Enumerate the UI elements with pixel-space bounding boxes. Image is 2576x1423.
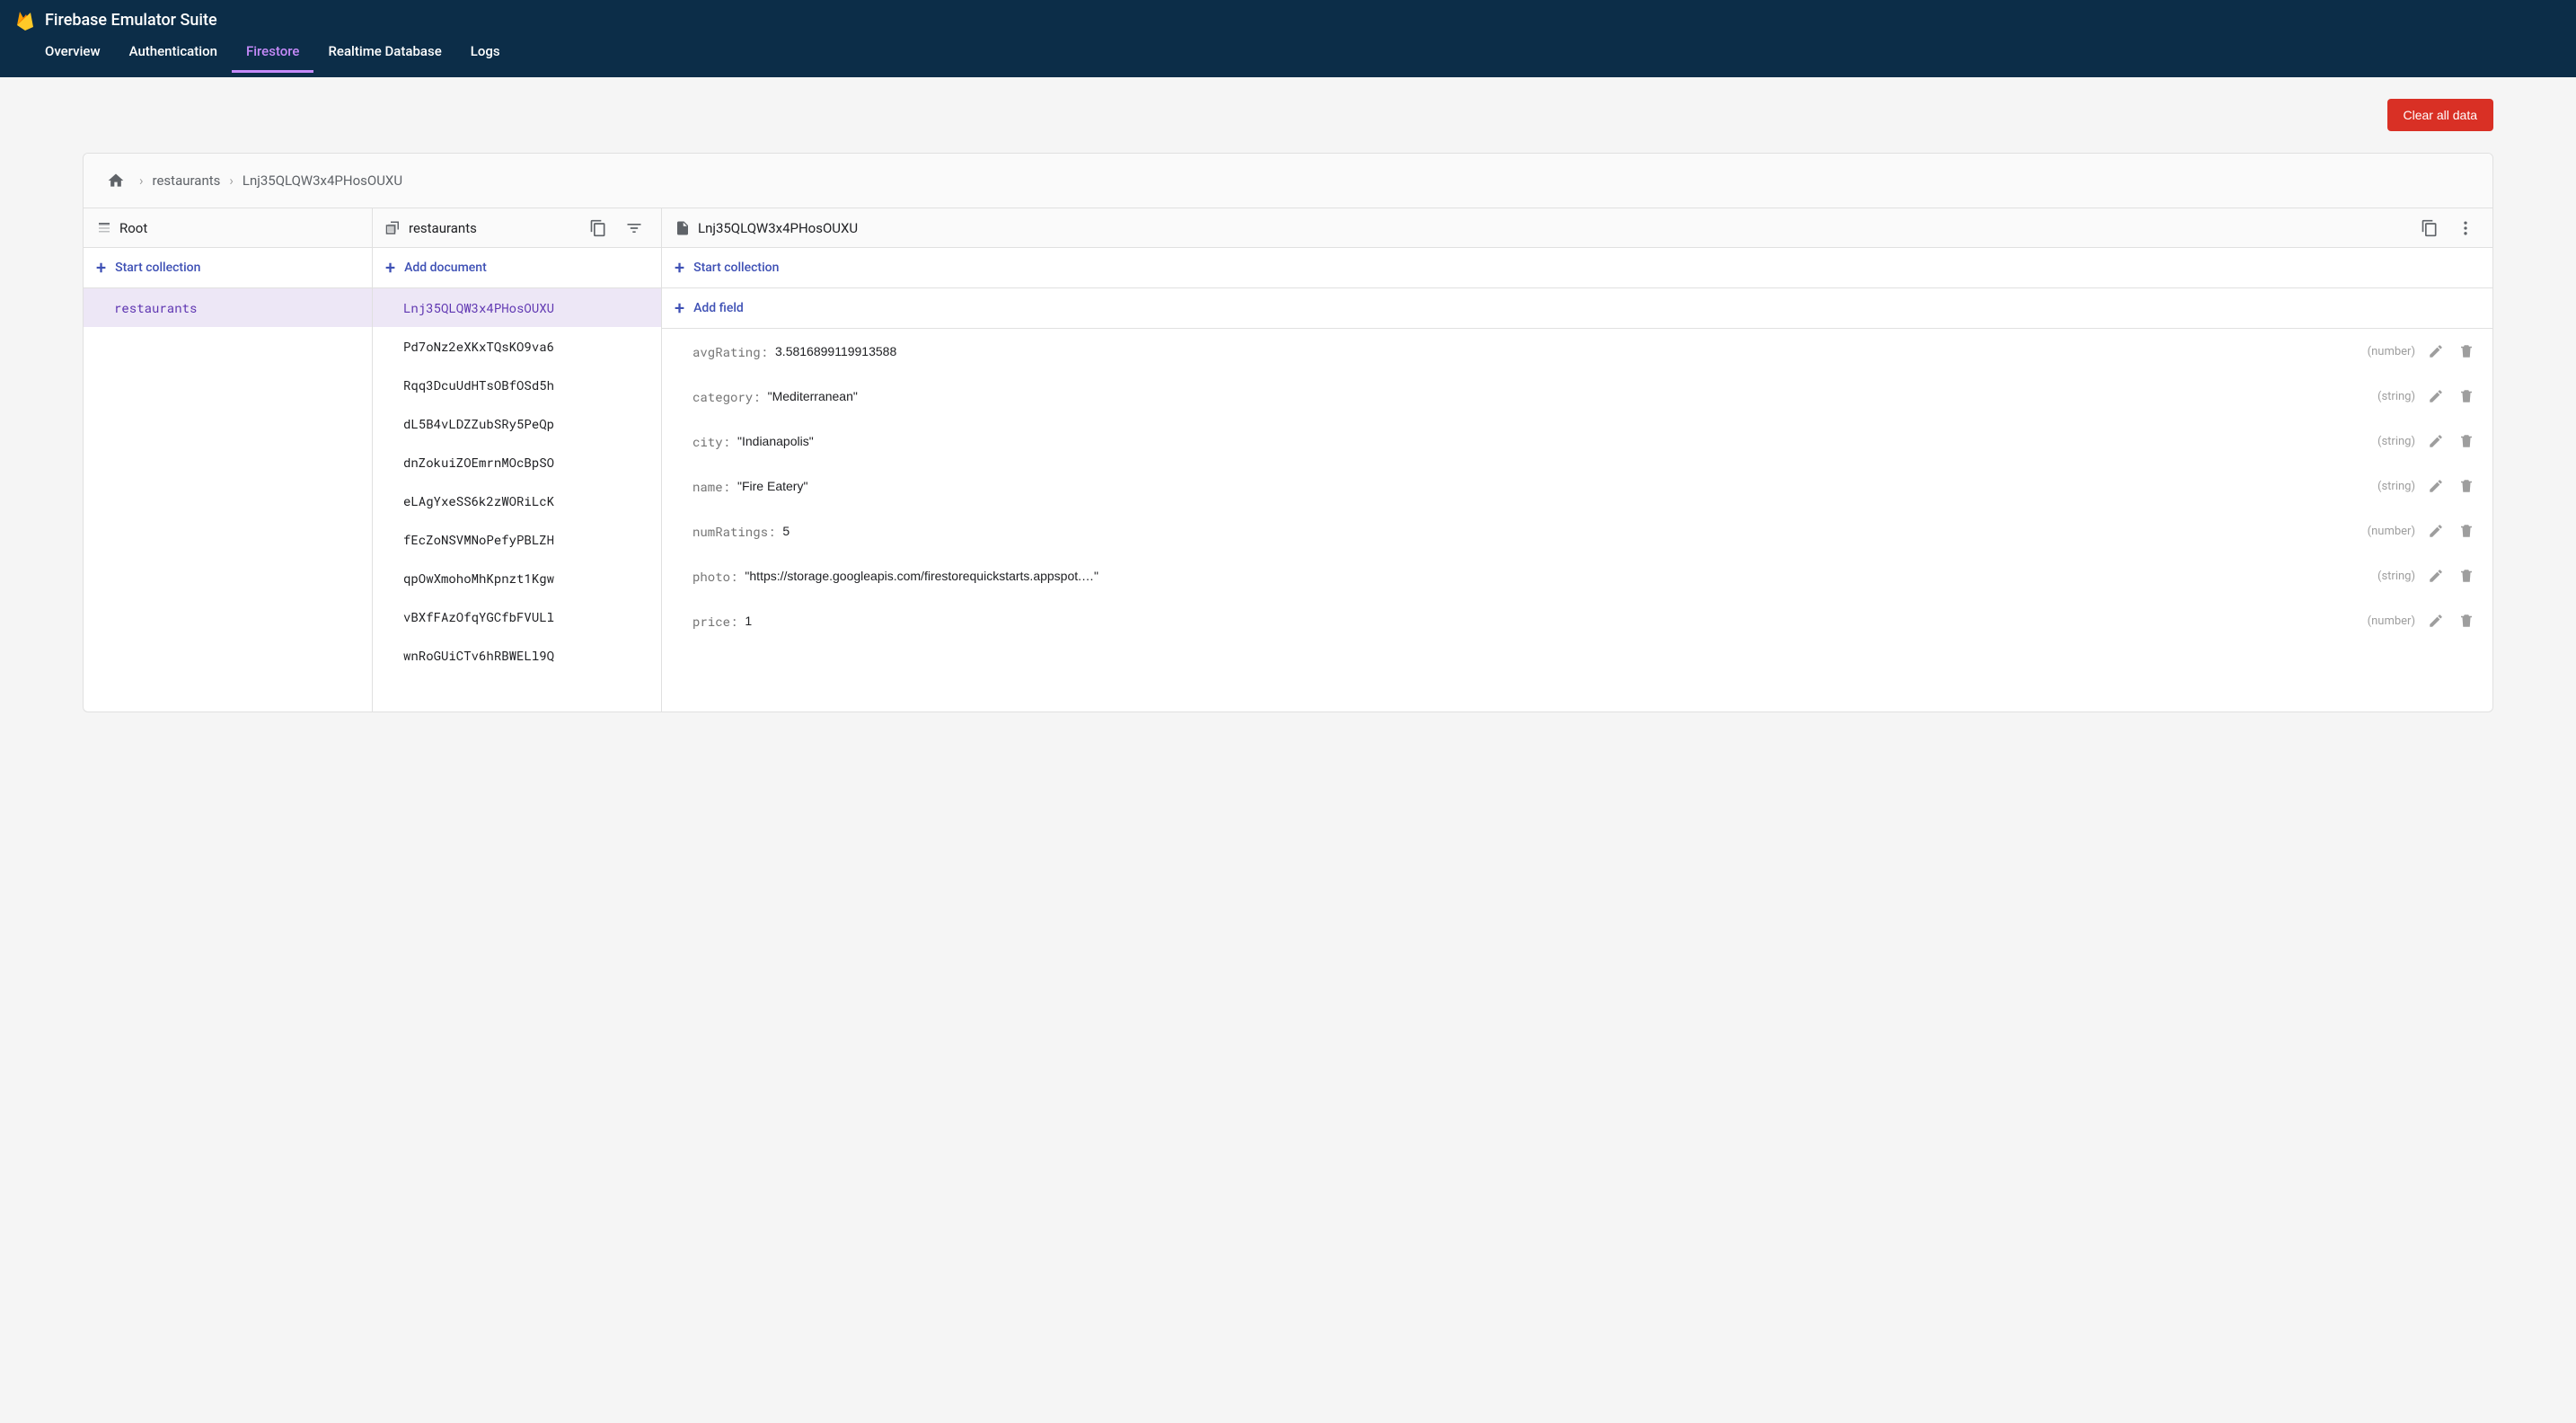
delete-icon[interactable] [2453, 607, 2480, 634]
tab-overview[interactable]: Overview [31, 31, 115, 73]
delete-icon[interactable] [2453, 338, 2480, 365]
delete-icon[interactable] [2453, 562, 2480, 589]
list-item[interactable]: fEcZoNSVMNoPefyPBLZH [373, 520, 661, 559]
edit-icon[interactable] [2422, 607, 2449, 634]
field-value: "Indianapolis" [737, 434, 2370, 448]
edit-icon[interactable] [2422, 428, 2449, 455]
plus-icon: + [385, 259, 395, 277]
chevron-right-icon: › [229, 172, 234, 189]
document-icon [675, 220, 691, 236]
add-document-button[interactable]: + Add document [373, 248, 661, 288]
nav-tabs: OverviewAuthenticationFirestoreRealtime … [0, 31, 2576, 73]
collection-list: Lnj35QLQW3x4PHosOUXUPd7oNz2eXKxTQsKO9va6… [373, 288, 661, 712]
field-row: category: "Mediterranean" (string) [662, 374, 2492, 419]
list-item[interactable]: qpOwXmohoMhKpnzt1Kgw [373, 559, 661, 597]
tab-realtime-database[interactable]: Realtime Database [313, 31, 455, 73]
start-collection-button[interactable]: + Start collection [662, 248, 2492, 288]
delete-icon[interactable] [2453, 428, 2480, 455]
field-value: 1 [745, 614, 2360, 628]
document-column-title: Lnj35QLQW3x4PHosOUXU [698, 220, 858, 236]
collection-icon [385, 220, 401, 236]
field-type: (string) [2378, 435, 2415, 448]
copy-icon[interactable] [2415, 214, 2444, 243]
field-value: 5 [782, 524, 2360, 538]
root-list: restaurants [84, 288, 372, 712]
firebase-logo-icon [14, 9, 36, 31]
start-collection-button[interactable]: + Start collection [84, 248, 372, 288]
delete-icon[interactable] [2453, 473, 2480, 499]
field-key: city: [693, 433, 730, 450]
field-value: 3.5816899119913588 [775, 344, 2360, 358]
delete-icon[interactable] [2453, 383, 2480, 410]
list-item[interactable]: Pd7oNz2eXKxTQsKO9va6 [373, 327, 661, 366]
list-item[interactable]: vBXfFAzOfqYGCfbFVULl [373, 597, 661, 636]
actions-bar: Clear all data [0, 77, 2576, 131]
field-type: (string) [2378, 480, 2415, 493]
chevron-right-icon: › [139, 172, 144, 189]
field-row: city: "Indianapolis" (string) [662, 419, 2492, 464]
list-item[interactable]: eLAgYxeSS6k2zWORiLcK [373, 482, 661, 520]
field-type: (string) [2378, 570, 2415, 583]
root-column-title: Root [119, 220, 147, 236]
field-key: category: [693, 388, 761, 405]
field-key: name: [693, 478, 730, 495]
filter-icon[interactable] [620, 214, 648, 243]
list-item[interactable]: Rqq3DcuUdHTsOBfOSd5h [373, 366, 661, 404]
field-row: photo: "https://storage.googleapis.com/fi… [662, 553, 2492, 598]
copy-icon[interactable] [584, 214, 613, 243]
collection-column: restaurants + Add document Lnj35QLQW3x4P… [373, 208, 662, 712]
field-value: "Fire Eatery" [737, 479, 2370, 493]
edit-icon[interactable] [2422, 383, 2449, 410]
list-item[interactable]: Lnj35QLQW3x4PHosOUXU [373, 288, 661, 327]
edit-icon[interactable] [2422, 562, 2449, 589]
field-type: (number) [2368, 525, 2415, 538]
document-column: Lnj35QLQW3x4PHosOUXU + Start collection … [662, 208, 2492, 712]
plus-icon: + [96, 259, 106, 277]
field-key: price: [693, 613, 737, 630]
breadcrumb: › restaurants › Lnj35QLQW3x4PHosOUXU [84, 154, 2492, 208]
list-item[interactable]: wnRoGUiCTv6hRBWELl9Q [373, 636, 661, 675]
tab-logs[interactable]: Logs [456, 31, 515, 73]
field-type: (number) [2368, 345, 2415, 358]
columns: Root + Start collection restaurants rest… [84, 208, 2492, 712]
tab-firestore[interactable]: Firestore [232, 31, 314, 73]
list-item[interactable]: dnZokuiZOEmrnMOcBpSO [373, 443, 661, 482]
delete-icon[interactable] [2453, 517, 2480, 544]
plus-icon: + [675, 299, 684, 317]
more-vert-icon[interactable] [2451, 214, 2480, 243]
app-header: Firebase Emulator Suite OverviewAuthenti… [0, 0, 2576, 77]
field-value: "Mediterranean" [768, 389, 2370, 403]
edit-icon[interactable] [2422, 338, 2449, 365]
list-item[interactable]: restaurants [84, 288, 372, 327]
breadcrumb-segment[interactable]: Lnj35QLQW3x4PHosOUXU [243, 172, 402, 189]
app-title: Firebase Emulator Suite [45, 11, 217, 30]
field-row: name: "Fire Eatery" (string) [662, 464, 2492, 508]
home-icon[interactable] [101, 166, 130, 195]
clear-all-data-button[interactable]: Clear all data [2387, 99, 2494, 131]
database-icon [96, 220, 112, 236]
field-row: avgRating: 3.5816899119913588 (number) [662, 329, 2492, 374]
edit-icon[interactable] [2422, 473, 2449, 499]
edit-icon[interactable] [2422, 517, 2449, 544]
field-type: (number) [2368, 614, 2415, 628]
field-key: numRatings: [693, 523, 775, 540]
field-type: (string) [2378, 390, 2415, 403]
field-value: "https://storage.googleapis.com/firestor… [745, 569, 2370, 583]
root-column: Root + Start collection restaurants [84, 208, 373, 712]
breadcrumb-segment[interactable]: restaurants [153, 172, 221, 189]
field-key: photo: [693, 568, 737, 585]
plus-icon: + [675, 259, 684, 277]
field-row: numRatings: 5 (number) [662, 508, 2492, 553]
fields-list: avgRating: 3.5816899119913588 (number) cate… [662, 329, 2492, 712]
collection-column-title: restaurants [409, 220, 477, 236]
tab-authentication[interactable]: Authentication [115, 31, 232, 73]
firestore-panel: › restaurants › Lnj35QLQW3x4PHosOUXU Roo… [83, 153, 2493, 712]
add-field-button[interactable]: + Add field [662, 288, 2492, 329]
list-item[interactable]: dL5B4vLDZZubSRy5PeQp [373, 404, 661, 443]
field-key: avgRating: [693, 343, 768, 360]
field-row: price: 1 (number) [662, 598, 2492, 643]
